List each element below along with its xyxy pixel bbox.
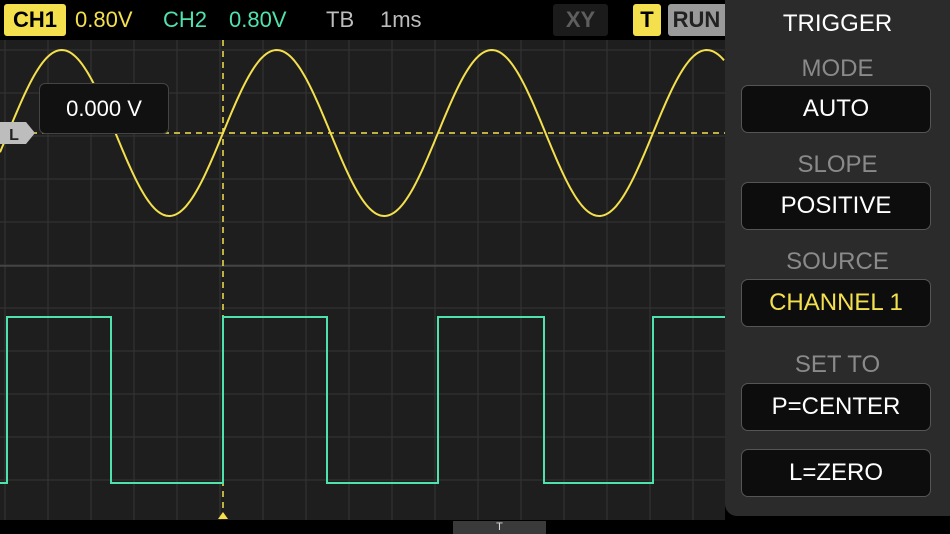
- slope-button[interactable]: POSITIVE: [741, 182, 931, 230]
- set-zero-button[interactable]: L=ZERO: [741, 449, 931, 497]
- xy-button[interactable]: XY: [553, 4, 608, 36]
- trigger-position-indicator[interactable]: T: [453, 521, 546, 534]
- scope-display[interactable]: L 0.000 V: [0, 40, 725, 520]
- ch2-scale[interactable]: 0.80V: [229, 0, 287, 40]
- timebase-label[interactable]: TB: [326, 0, 354, 40]
- timebase-value[interactable]: 1ms: [380, 0, 422, 40]
- mode-label: MODE: [801, 55, 874, 82]
- source-label: SOURCE: [786, 248, 889, 275]
- slope-label: SLOPE: [797, 151, 878, 178]
- trigger-level-marker-label: L: [9, 127, 19, 144]
- run-button[interactable]: RUN: [668, 4, 725, 36]
- trigger-level-readout: 0.000 V: [39, 83, 169, 134]
- trigger-panel: TRIGGER MODE AUTO SLOPE POSITIVE SOURCE …: [725, 0, 950, 516]
- ch1-badge[interactable]: CH1: [4, 4, 66, 36]
- source-button[interactable]: CHANNEL 1: [741, 279, 931, 327]
- set-to-label: SET TO: [794, 351, 881, 378]
- ch1-scale[interactable]: 0.80V: [75, 0, 133, 40]
- mode-button[interactable]: AUTO: [741, 85, 931, 133]
- top-status-bar: CH1 0.80V CH2 0.80V TB 1ms XY T RUN: [0, 0, 725, 40]
- trigger-button[interactable]: T: [633, 4, 661, 36]
- set-center-button[interactable]: P=CENTER: [741, 383, 931, 431]
- panel-title: TRIGGER: [782, 10, 893, 37]
- ch2-label[interactable]: CH2: [163, 0, 207, 40]
- bottom-bar: [0, 520, 725, 534]
